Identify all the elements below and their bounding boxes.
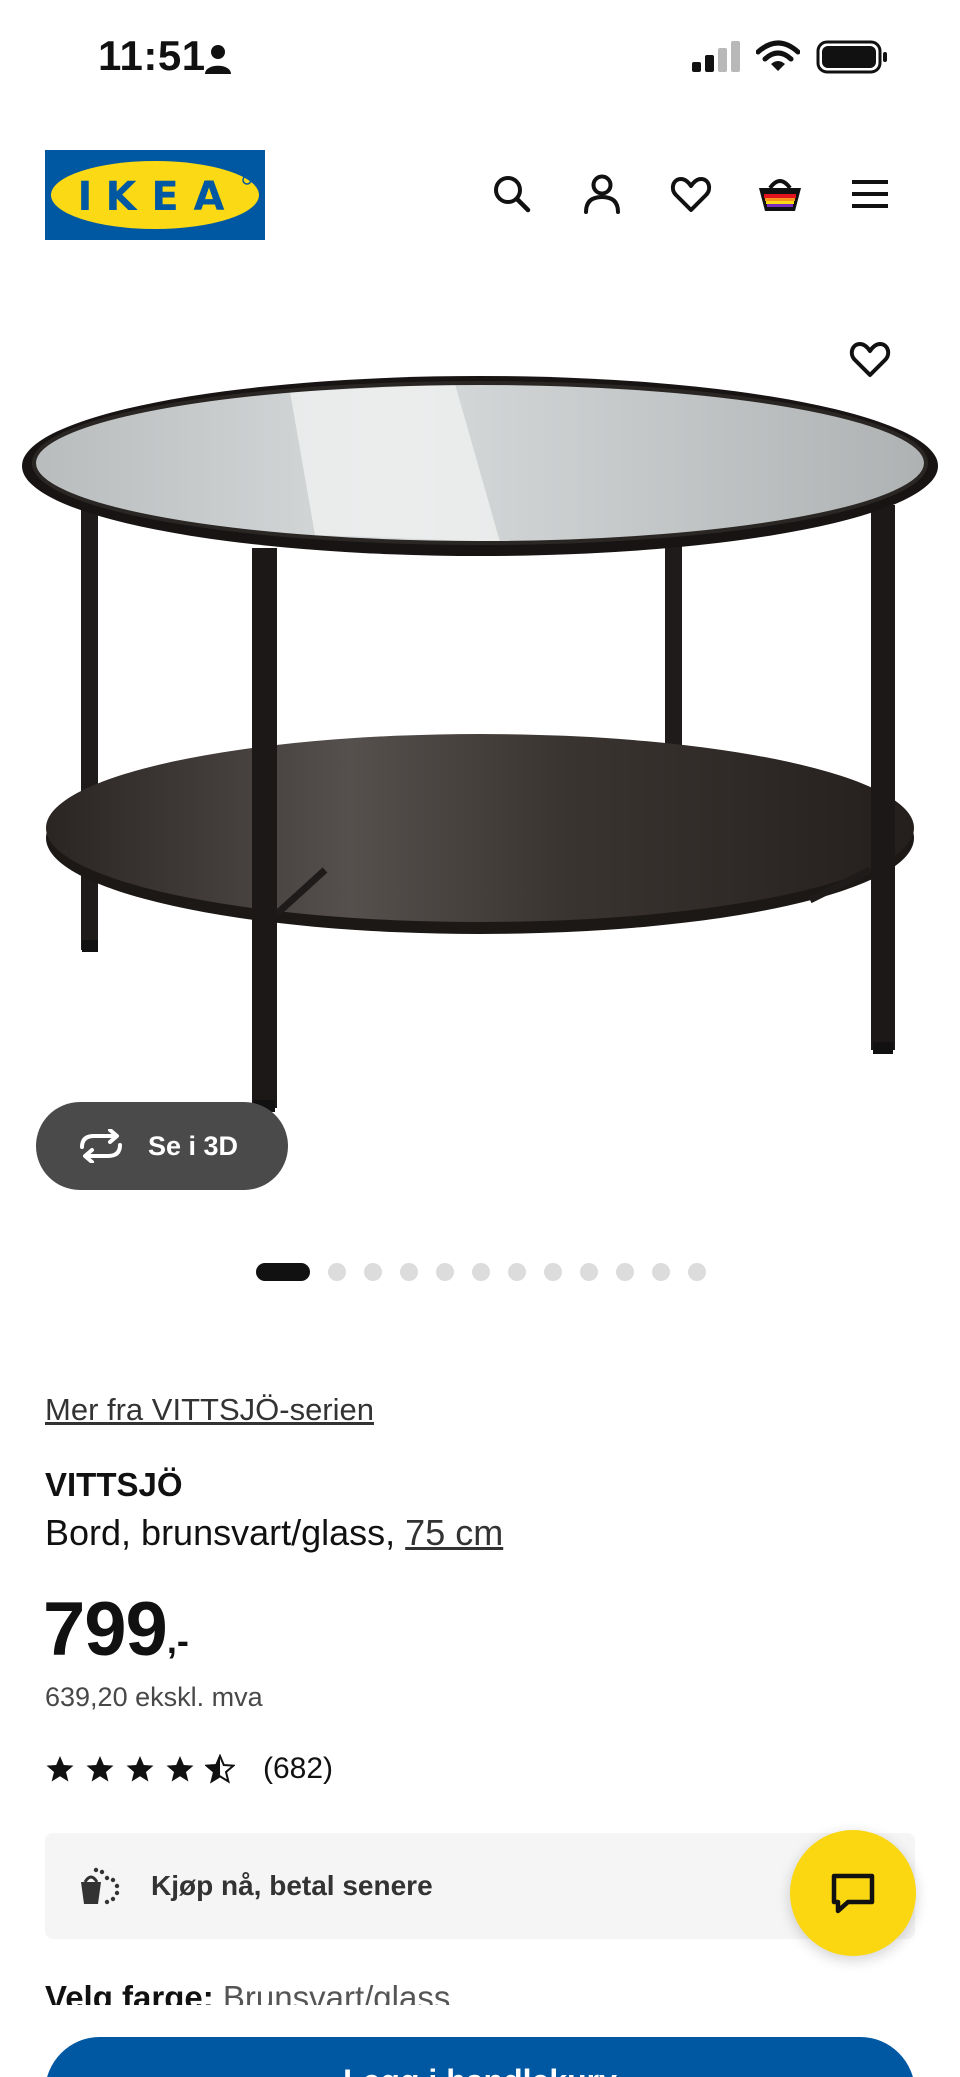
view-in-3d-label: Se i 3D — [148, 1130, 239, 1161]
product-name: VITTSJÖ — [45, 1466, 183, 1503]
status-time: 11:51 — [98, 32, 206, 79]
search-icon[interactable] — [488, 170, 536, 218]
star-icon — [126, 1756, 154, 1782]
wifi-icon — [756, 40, 800, 71]
carousel-dot[interactable] — [652, 1263, 670, 1281]
carousel-dot[interactable] — [328, 1263, 346, 1281]
carousel-dot[interactable] — [400, 1263, 418, 1281]
pay-later-banner[interactable]: Kjøp nå, betal senere — [45, 1833, 915, 1939]
carousel-dot[interactable] — [508, 1263, 526, 1281]
pay-later-label: Kjøp nå, betal senere — [151, 1870, 433, 1901]
carousel-dot[interactable] — [364, 1263, 382, 1281]
star-icon — [166, 1756, 194, 1782]
carousel-dot[interactable] — [580, 1263, 598, 1281]
star-icon — [86, 1756, 114, 1782]
color-select-row[interactable]: Velg farge: Brunsvart/glass — [45, 1977, 450, 2005]
add-to-favourites-icon[interactable] — [846, 335, 894, 383]
carousel-dot[interactable] — [616, 1263, 634, 1281]
svg-text:A: A — [194, 174, 225, 220]
size-link[interactable]: 75 cm — [405, 1512, 503, 1553]
product-image[interactable] — [0, 300, 960, 1220]
price-excl-vat: 639,20 ekskl. mva — [45, 1682, 263, 1712]
star-icon — [46, 1756, 74, 1782]
battery-icon — [816, 40, 887, 74]
rating-count[interactable]: (682) — [263, 1752, 333, 1786]
ikea-logo[interactable]: I K E A — [45, 150, 265, 240]
carousel-dot-active[interactable] — [256, 1263, 310, 1281]
image-carousel-indicator — [256, 1263, 706, 1281]
menu-icon[interactable] — [846, 170, 894, 218]
product-rating[interactable]: (682) — [45, 1752, 333, 1786]
series-link[interactable]: Mer fra VITTSJÖ-serien — [45, 1392, 374, 1428]
cellular-signal-icon — [692, 41, 740, 72]
product-description-text: Bord, brunsvart/glass, — [45, 1512, 406, 1553]
svg-text:I: I — [78, 174, 93, 220]
view-in-3d-button[interactable]: Se i 3D — [36, 1102, 288, 1190]
shopping-bag-icon[interactable] — [756, 170, 804, 218]
color-select-value: Brunsvart/glass — [222, 1979, 451, 2005]
product-page: 11:51 I K E A Se i 3D Mer fra VITTSJÖ-se… — [0, 0, 960, 2077]
half-star-icon — [205, 1754, 235, 1784]
product-price: 799 ,- — [43, 1586, 189, 1673]
svg-text:K: K — [106, 174, 139, 220]
carousel-dot[interactable] — [544, 1263, 562, 1281]
rotate-3d-icon — [80, 1129, 122, 1163]
add-to-cart-button[interactable]: Legg i handlekurv — [45, 2037, 915, 2077]
favourites-icon[interactable] — [667, 170, 715, 218]
person-icon — [205, 45, 231, 74]
carousel-dot[interactable] — [688, 1263, 706, 1281]
chat-icon — [831, 1873, 875, 1914]
color-select-label: Velg farge: — [45, 1979, 214, 2005]
chat-button[interactable] — [790, 1830, 916, 1956]
price-suffix: ,- — [166, 1620, 189, 1661]
carousel-dot[interactable] — [436, 1263, 454, 1281]
product-description: Bord, brunsvart/glass, 75 cm — [45, 1512, 503, 1554]
price-value: 799 — [43, 1587, 168, 1672]
account-icon[interactable] — [578, 170, 626, 218]
pay-later-icon — [81, 1867, 120, 1905]
carousel-dot[interactable] — [472, 1263, 490, 1281]
svg-text:E: E — [151, 174, 178, 220]
